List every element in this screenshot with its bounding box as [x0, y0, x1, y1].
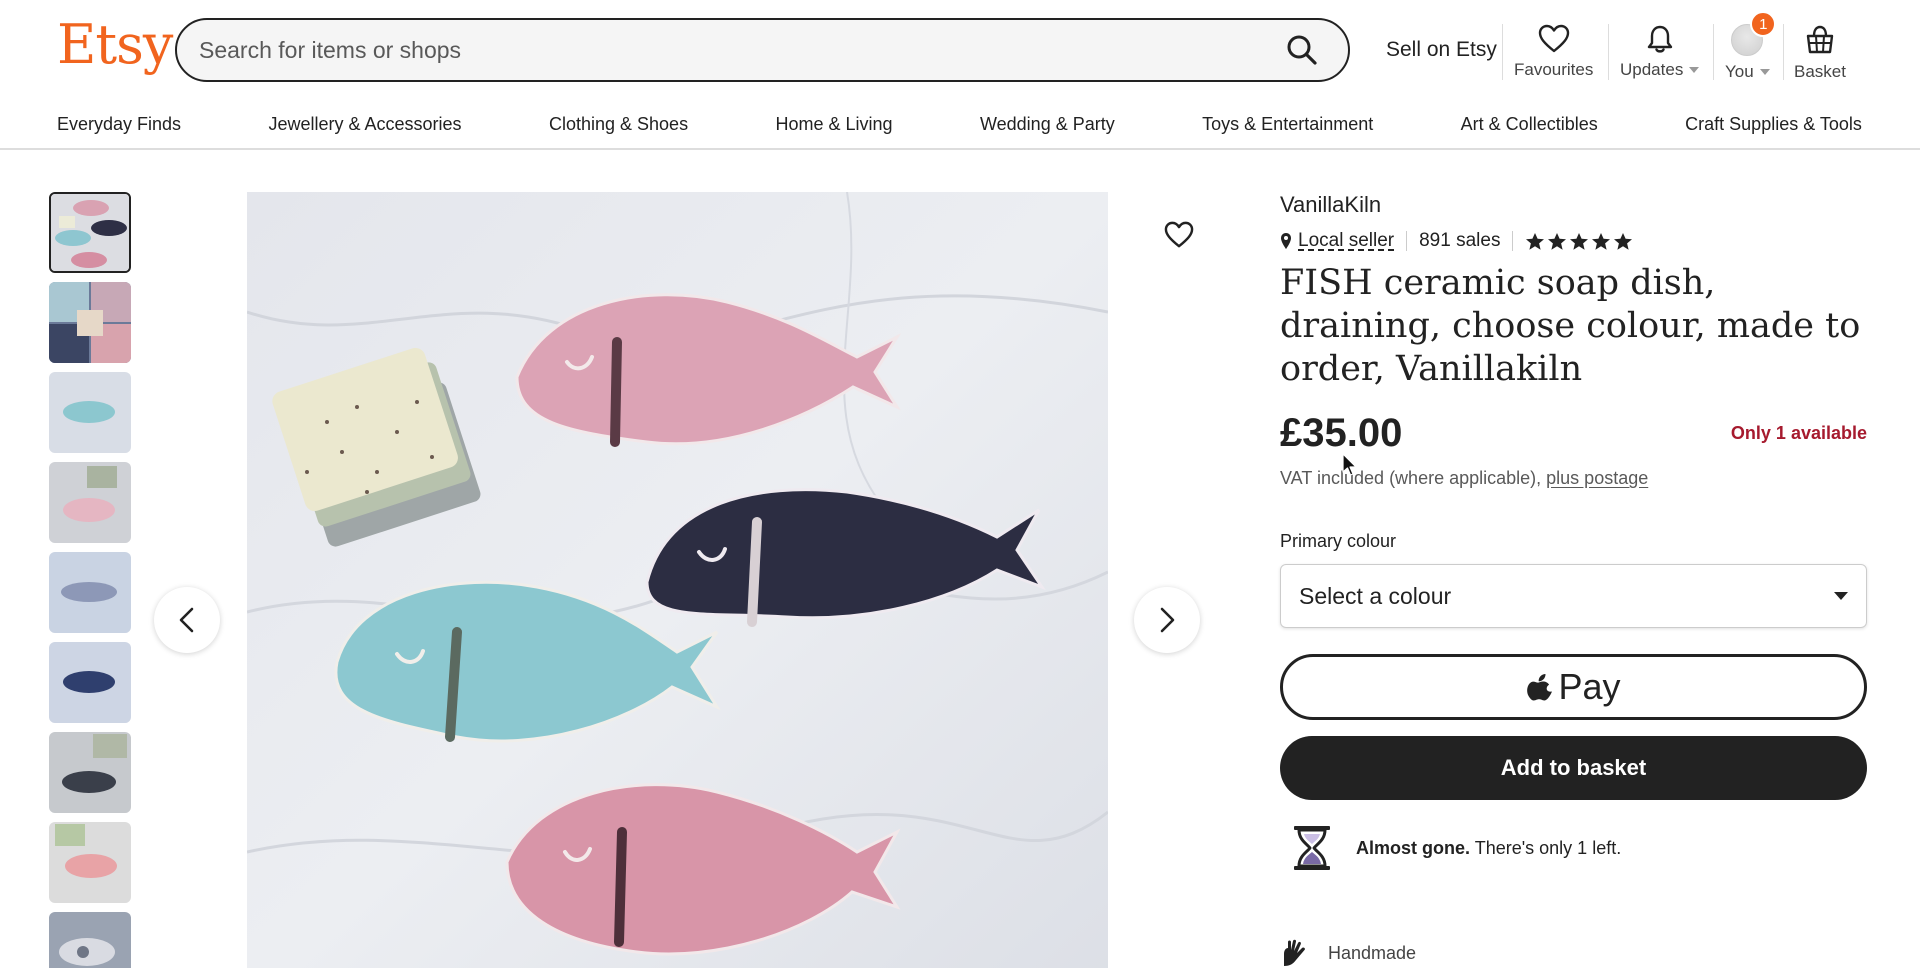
thumbnail[interactable]: [49, 372, 131, 453]
mouse-cursor-icon: [1342, 453, 1357, 476]
favourites-button[interactable]: Favourites: [1514, 24, 1593, 80]
chevron-down-icon: [1689, 67, 1700, 73]
star-icon: [1570, 232, 1589, 250]
category-toys[interactable]: Toys & Entertainment: [1202, 114, 1373, 135]
header-divider: [1608, 24, 1609, 80]
thumbnail[interactable]: [49, 642, 131, 723]
search-button[interactable]: [1270, 20, 1334, 80]
rating-stars[interactable]: [1525, 232, 1633, 251]
shop-name-link[interactable]: VanillaKiln: [1280, 192, 1867, 218]
colour-option-label: Primary colour: [1280, 531, 1397, 551]
hand-icon: [1284, 939, 1305, 966]
header-divider: [1783, 24, 1784, 80]
star-icon: [1614, 232, 1633, 250]
almost-gone-text: There's only 1 left.: [1474, 837, 1622, 858]
colour-select-value: Select a colour: [1299, 582, 1452, 609]
thumbnail[interactable]: [49, 192, 131, 273]
sales-count: 891 sales: [1419, 230, 1501, 251]
bell-icon: [1647, 25, 1672, 53]
updates-label: Updates: [1620, 60, 1684, 79]
category-craft[interactable]: Craft Supplies & Tools: [1685, 114, 1862, 135]
chevron-left-icon: [179, 607, 194, 633]
listing-price: £35.00: [1280, 411, 1403, 455]
star-icon: [1548, 232, 1567, 250]
thumbnail[interactable]: [49, 552, 131, 633]
colour-select[interactable]: Select a colour: [1280, 564, 1867, 628]
listing-details: VanillaKiln Local seller 891 sales FISH …: [1280, 192, 1867, 872]
category-everyday-finds[interactable]: Everyday Finds: [57, 114, 181, 135]
almost-gone-label: Almost gone.: [1356, 837, 1471, 858]
thumbnail[interactable]: [49, 732, 131, 813]
chevron-right-icon: [1160, 607, 1175, 633]
basket-label: Basket: [1794, 62, 1846, 81]
search-icon: [1287, 35, 1317, 65]
heart-icon: [1164, 221, 1194, 248]
chevron-down-icon: [1759, 69, 1770, 75]
category-jewellery[interactable]: Jewellery & Accessories: [268, 114, 461, 135]
thumbnail[interactable]: [49, 462, 131, 543]
next-image-button[interactable]: [1134, 587, 1200, 653]
add-to-basket-button[interactable]: Add to basket: [1280, 736, 1867, 800]
thumbnail[interactable]: [49, 822, 131, 903]
category-wedding[interactable]: Wedding & Party: [980, 114, 1115, 135]
listing-title: FISH ceramic soap dish, draining, choose…: [1280, 263, 1861, 389]
meta-divider: [1406, 231, 1408, 251]
header-divider: [1713, 24, 1714, 80]
handmade-feature: Handmade: [1280, 938, 1416, 968]
handmade-label: Handmade: [1328, 942, 1417, 963]
low-stock-notice: Almost gone. There's only 1 left.: [1280, 824, 1867, 872]
hourglass-icon: [1294, 826, 1330, 870]
previous-image-button[interactable]: [154, 587, 220, 653]
price-row: £35.00 Only 1 available: [1280, 411, 1867, 456]
thumbnail[interactable]: [49, 282, 131, 363]
site-header: Etsy Sell on Etsy Favourites Updates 1 Y…: [0, 0, 1920, 100]
apple-pay-button[interactable]: Pay: [1280, 654, 1867, 720]
account-button[interactable]: 1 You: [1725, 11, 1777, 82]
updates-button[interactable]: Updates: [1620, 24, 1700, 80]
apple-pay-label: Pay: [1558, 666, 1621, 707]
local-seller-label[interactable]: Local seller: [1298, 230, 1394, 252]
search-input[interactable]: [177, 36, 1270, 64]
apple-icon: [1527, 674, 1553, 701]
header-divider: [1502, 24, 1503, 80]
category-clothing[interactable]: Clothing & Shoes: [549, 114, 688, 135]
listing-main-image[interactable]: [247, 192, 1108, 968]
meta-divider: [1512, 231, 1514, 251]
star-icon: [1592, 232, 1611, 250]
category-nav: Everyday Finds Jewellery & Accessories C…: [0, 100, 1920, 150]
favourites-label: Favourites: [1514, 60, 1594, 79]
you-label: You: [1725, 62, 1754, 81]
availability-notice: Only 1 available: [1730, 423, 1867, 443]
sell-on-etsy-link[interactable]: Sell on Etsy: [1386, 38, 1497, 62]
dropdown-arrow-icon: [1834, 592, 1848, 600]
search-bar: [175, 18, 1350, 82]
star-icon: [1526, 232, 1545, 250]
location-pin-icon: [1281, 233, 1291, 249]
thumbnail[interactable]: [49, 912, 131, 968]
category-art[interactable]: Art & Collectibles: [1461, 114, 1598, 135]
basket-icon: [1806, 25, 1834, 54]
avatar: 1: [1731, 11, 1777, 56]
heart-icon: [1538, 24, 1569, 53]
favourite-listing-button[interactable]: [1162, 218, 1196, 252]
shop-meta: Local seller 891 sales: [1280, 230, 1867, 252]
vat-info: VAT included (where applicable), plus po…: [1280, 468, 1867, 489]
vat-text: VAT included (where applicable),: [1280, 468, 1542, 488]
basket-button[interactable]: Basket: [1794, 24, 1846, 82]
postage-link[interactable]: plus postage: [1546, 468, 1648, 488]
etsy-logo[interactable]: Etsy: [57, 18, 173, 72]
category-home-living[interactable]: Home & Living: [776, 114, 893, 135]
notification-badge: 1: [1750, 11, 1777, 37]
